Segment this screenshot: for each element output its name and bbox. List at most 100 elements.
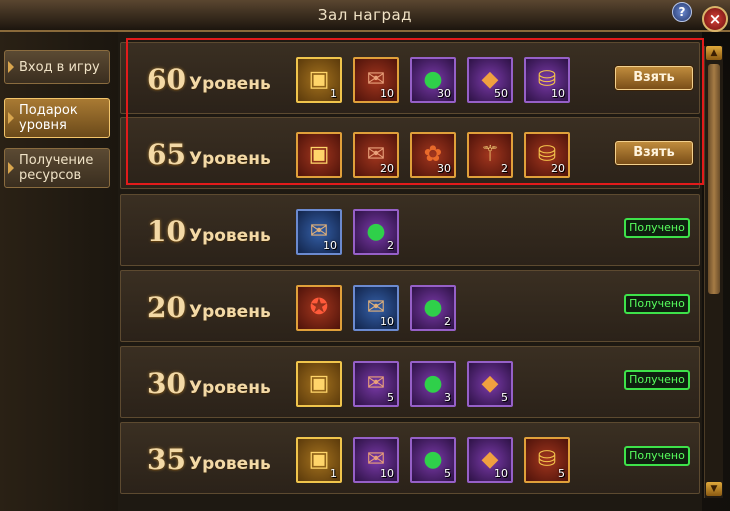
level-title: 20 Уровень xyxy=(147,291,271,327)
level-word: Уровень xyxy=(188,226,271,246)
scroll-thumb[interactable] xyxy=(708,64,720,294)
item-count: 3 xyxy=(444,391,451,404)
level-word: Уровень xyxy=(188,74,271,94)
level-title: 65 Уровень xyxy=(147,138,271,174)
item-count: 20 xyxy=(551,162,565,175)
reward-item[interactable]: ⛁ 20 xyxy=(524,132,570,178)
level-title: 60 Уровень xyxy=(147,63,271,99)
item-count: 2 xyxy=(444,315,451,328)
scroll-down-icon[interactable]: ▼ xyxy=(706,482,722,496)
treasure-chest-icon: ▣ xyxy=(308,142,330,167)
item-count: 10 xyxy=(551,87,565,100)
close-icon[interactable]: × xyxy=(702,6,728,32)
item-count: 20 xyxy=(380,162,394,175)
reward-item[interactable]: ⚚ 2 xyxy=(467,132,513,178)
reward-item[interactable]: ◆ 10 xyxy=(467,437,513,483)
item-count: 10 xyxy=(380,87,394,100)
level-number: 60 xyxy=(147,63,186,96)
take-button[interactable]: Взять xyxy=(615,66,693,90)
reward-item[interactable]: ● 30 xyxy=(410,57,456,103)
scrollbar[interactable]: ▲ ▼ xyxy=(704,46,723,498)
scroll-up-icon[interactable]: ▲ xyxy=(706,46,722,60)
reward-items: ▣ ✉ 20 ✿ 30 ⚚ 2 ⛁ 20 xyxy=(296,132,570,178)
reward-item[interactable]: ⛁ 10 xyxy=(524,57,570,103)
level-word: Уровень xyxy=(188,149,271,169)
reward-item[interactable]: ● 3 xyxy=(410,361,456,407)
sidebar-item-label: Вход в игру xyxy=(19,59,100,75)
sidebar-item-resources[interactable]: Получение ресурсов xyxy=(4,148,110,188)
reward-item[interactable]: ✉ 10 xyxy=(353,57,399,103)
reward-item[interactable]: ● 2 xyxy=(410,285,456,331)
reward-item[interactable]: ● 5 xyxy=(410,437,456,483)
item-count: 1 xyxy=(330,87,337,100)
item-count: 2 xyxy=(387,239,394,252)
sidebar-item-label: Получение ресурсов xyxy=(19,153,94,183)
reward-hall-window: Зал наград ? × Вход в игру Подарок уровн… xyxy=(0,0,730,511)
take-button[interactable]: Взять xyxy=(615,141,693,165)
sidebar-item-login[interactable]: Вход в игру xyxy=(4,50,110,84)
reward-item[interactable]: ✿ 30 xyxy=(410,132,456,178)
level-title: 30 Уровень xyxy=(147,367,271,403)
level-number: 20 xyxy=(147,291,186,324)
reward-item[interactable]: ✉ 5 xyxy=(353,361,399,407)
item-count: 5 xyxy=(558,467,565,480)
reward-item[interactable]: ✪ xyxy=(296,285,342,331)
reward-item[interactable]: ✉ 10 xyxy=(353,285,399,331)
reward-row-level-30: 30 Уровень ▣ ✉ 5 ● 3 ◆ 5 Получено xyxy=(120,346,700,418)
level-word: Уровень xyxy=(188,454,271,474)
sidebar: Вход в игру Подарок уровня Получение рес… xyxy=(0,32,120,511)
item-count: 2 xyxy=(501,162,508,175)
item-count: 10 xyxy=(494,467,508,480)
reward-item[interactable]: ✉ 20 xyxy=(353,132,399,178)
reward-item[interactable]: ▣ 1 xyxy=(296,437,342,483)
gold-coins-icon: ⛁ xyxy=(537,447,557,472)
level-title: 35 Уровень xyxy=(147,443,271,479)
treasure-chest-icon: ▣ xyxy=(308,67,330,92)
sidebar-item-level-gift[interactable]: Подарок уровня xyxy=(4,98,110,138)
reward-item[interactable]: ▣ xyxy=(296,361,342,407)
emblem-icon: ✪ xyxy=(309,295,329,320)
item-count: 10 xyxy=(323,239,337,252)
reward-item[interactable]: ◆ 50 xyxy=(467,57,513,103)
sidebar-item-label: Подарок уровня xyxy=(19,103,78,133)
received-badge: Получено xyxy=(624,294,690,314)
reward-items: ▣ 1 ✉ 10 ● 30 ◆ 50 ⛁ 10 xyxy=(296,57,570,103)
reward-item[interactable]: ▣ 1 xyxy=(296,57,342,103)
item-count: 30 xyxy=(437,87,451,100)
item-count: 50 xyxy=(494,87,508,100)
green-gem-icon: ● xyxy=(423,371,443,396)
reward-item[interactable]: ● 2 xyxy=(353,209,399,255)
help-icon[interactable]: ? xyxy=(672,2,692,22)
level-number: 65 xyxy=(147,138,186,171)
received-badge: Получено xyxy=(624,446,690,466)
item-count: 5 xyxy=(387,391,394,404)
item-count: 5 xyxy=(501,391,508,404)
window-title: Зал наград xyxy=(317,6,413,24)
level-number: 30 xyxy=(147,367,186,400)
level-title: 10 Уровень xyxy=(147,215,271,251)
reward-item[interactable]: ⛁ 5 xyxy=(524,437,570,483)
reward-row-level-65: 65 Уровень ▣ ✉ 20 ✿ 30 ⚚ 2 ⛁ 20 Взять xyxy=(120,117,700,189)
item-count: 30 xyxy=(437,162,451,175)
reward-item[interactable]: ✉ 10 xyxy=(353,437,399,483)
green-gem-icon: ● xyxy=(423,295,443,320)
green-gem-icon: ● xyxy=(366,219,386,244)
reward-item[interactable]: ✉ 10 xyxy=(296,209,342,255)
received-badge: Получено xyxy=(624,370,690,390)
reward-row-level-60: 60 Уровень ▣ 1 ✉ 10 ● 30 ◆ 50 ⛁ 10 Взять xyxy=(120,42,700,114)
item-count: 10 xyxy=(380,315,394,328)
orange-crystal-icon: ◆ xyxy=(481,371,499,396)
level-word: Уровень xyxy=(188,302,271,322)
reward-row-level-20: 20 Уровень ✪ ✉ 10 ● 2 Получено xyxy=(120,270,700,342)
reward-items: ✉ 10 ● 2 xyxy=(296,209,399,255)
received-badge: Получено xyxy=(624,218,690,238)
reward-item[interactable]: ▣ xyxy=(296,132,342,178)
green-gem-icon: ● xyxy=(423,447,443,472)
level-number: 10 xyxy=(147,215,186,248)
item-count: 5 xyxy=(444,467,451,480)
reward-items: ✪ ✉ 10 ● 2 xyxy=(296,285,456,331)
item-count: 10 xyxy=(380,467,394,480)
reward-item[interactable]: ◆ 5 xyxy=(467,361,513,407)
treasure-chest-icon: ▣ xyxy=(308,447,330,472)
title-bar: Зал наград ? × xyxy=(0,0,730,32)
